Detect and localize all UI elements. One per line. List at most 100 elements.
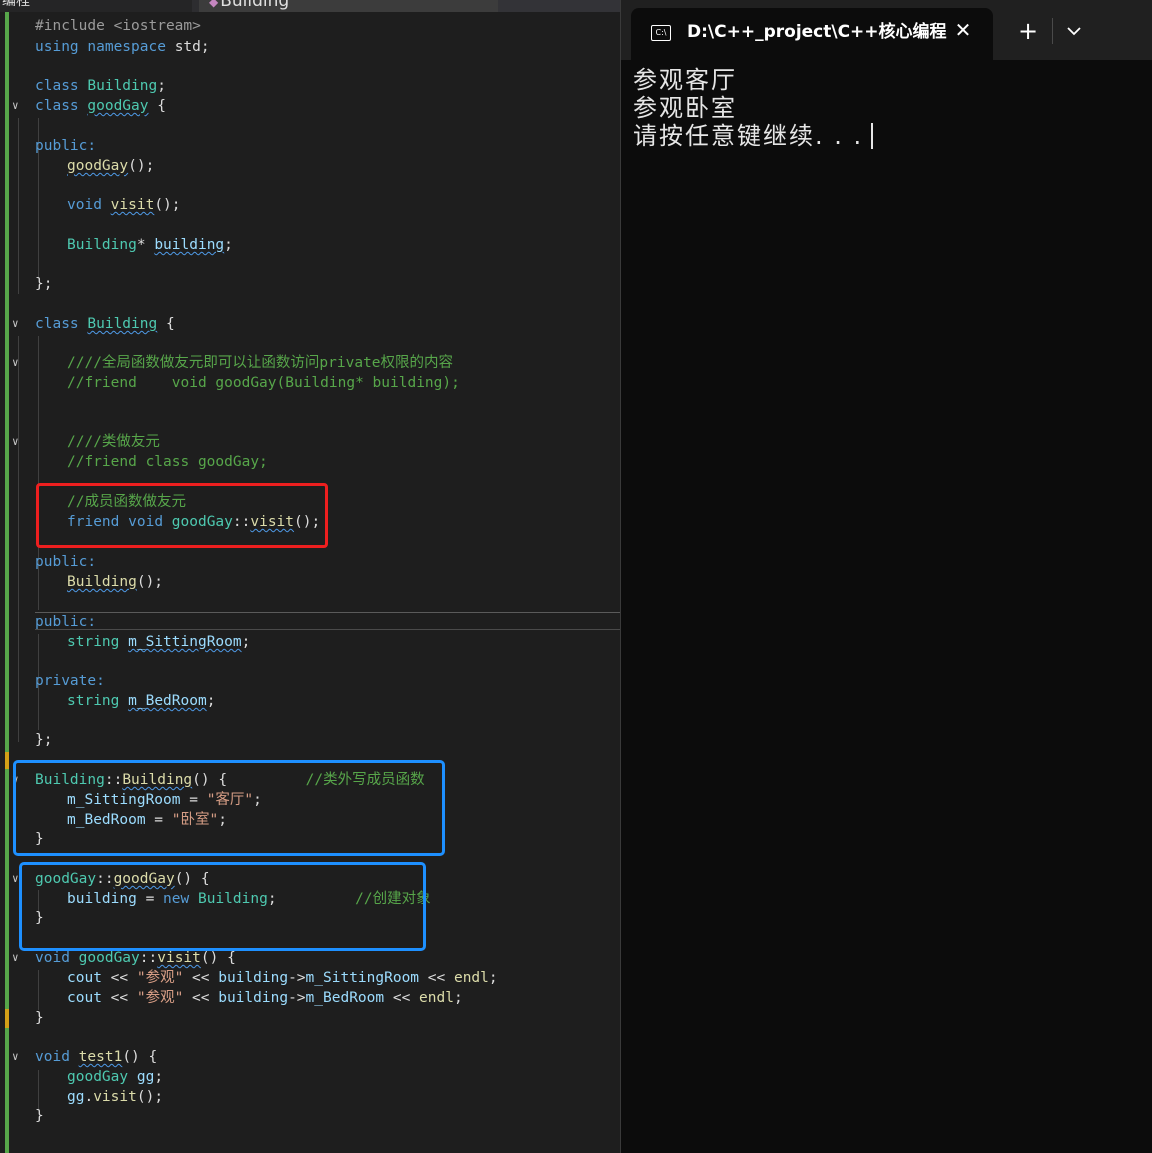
highlight-box-constructor-goodgay [19,862,426,951]
code-token: { [148,98,166,114]
code-token: ; [154,1069,164,1085]
code-token: building [218,990,289,1006]
code-token: public: [35,554,97,570]
code-token: () { [200,950,236,966]
code-line[interactable]: ////类做友元 [67,432,160,452]
code-token: << [101,990,137,1006]
code-token: m_BedRoom [128,693,207,709]
fold-chevron-icon[interactable]: ∨ [12,96,24,116]
code-line[interactable]: Building* building; [67,235,233,255]
code-token: ; [453,990,463,1006]
highlight-box-constructor-building [13,760,445,856]
code-token: m_BedRoom [305,990,385,1006]
code-token: (); [136,574,164,590]
code-token: public: [35,614,97,630]
code-line[interactable]: void visit(); [67,195,181,215]
code-token: (); [128,158,155,174]
code-line[interactable]: }; [35,730,52,750]
code-token: //friend class goodGay; [67,454,268,470]
code-token: private: [35,673,105,689]
editor-tab-building[interactable]: ◆ Building [199,0,499,12]
code-token: class [35,98,79,114]
code-line[interactable]: class Building { [35,314,175,334]
dropdown-chevron-icon[interactable] [1061,18,1087,44]
code-token: << [101,970,137,986]
code-line[interactable]: string m_BedRoom; [67,691,215,711]
fold-chevron-icon[interactable]: ∨ [12,1047,24,1067]
code-token: namespace [87,39,166,55]
code-line[interactable]: using namespace std; [35,37,210,57]
code-token: endl [419,990,454,1006]
code-line[interactable]: class Building; [35,76,166,96]
code-token: gg [67,1089,85,1105]
code-token: m_SittingRoom [128,634,242,650]
code-line[interactable]: void test1() { [35,1047,157,1067]
code-token: * [136,237,155,253]
indent-guide [38,1070,39,1110]
code-token: (); [136,1089,164,1105]
fold-chevron-icon[interactable]: ∨ [12,948,24,968]
code-editor[interactable]: 编程 ◆ Building ∨ ∨ ∨ ∨ ∨ ∨ ∨ ∨ #include <i… [0,0,620,1153]
fold-chevron-icon[interactable]: ∨ [12,432,24,452]
fold-chevron-icon[interactable]: ∨ [12,314,24,334]
code-token: string [67,634,120,650]
code-line[interactable]: public: [35,612,96,632]
code-line[interactable]: goodGay(); [67,156,154,176]
titlebar-divider [1052,18,1053,44]
unsaved-change-marker [5,752,9,769]
highlight-box-friend-member [36,483,328,548]
fold-guide [18,336,19,742]
code-token: visit [93,1089,137,1105]
output-line-text: 请按任意键继续. . . [633,122,864,150]
code-token: goodGay [67,158,129,174]
code-line[interactable]: ////全局函数做友元即可以让函数访问private权限的内容 [67,353,453,373]
editor-split-divider [35,629,620,630]
code-token: public: [35,138,97,154]
code-line[interactable]: gg.visit(); [67,1087,163,1107]
code-token: { [157,316,175,332]
code-token: ; [488,970,498,986]
code-token: visit [157,950,201,966]
code-line[interactable]: }; [35,274,52,294]
code-token: Building [67,574,137,590]
code-token: ////全局函数做友元即可以让函数访问private权限的内容 [67,355,454,371]
close-tab-icon[interactable]: ✕ [951,18,975,42]
code-token: ; [241,634,251,650]
new-tab-button[interactable]: + [1015,18,1041,44]
code-line[interactable]: public: [35,552,96,572]
code-token: class [35,78,79,94]
editor-tab-extra [498,0,620,12]
code-line[interactable]: string m_SittingRoom; [67,632,250,652]
code-line[interactable]: #include <iostream> [35,16,201,36]
code-line[interactable]: class goodGay { [35,96,166,116]
code-line[interactable]: goodGay gg; [67,1067,163,1087]
code-token: }; [35,276,53,292]
code-token: () { [122,1049,158,1065]
code-token: building [218,970,289,986]
code-line[interactable]: private: [35,671,105,691]
code-token: using [35,39,79,55]
code-line[interactable]: Building(); [67,572,163,592]
editor-tab-project[interactable]: 编程 [0,0,192,12]
output-line: 参观卧室 [633,94,737,122]
code-token: void [35,950,70,966]
code-line[interactable]: cout << "参观" << building->m_SittingRoom … [67,968,498,988]
code-line[interactable]: void goodGay::visit() { [35,948,236,968]
code-line[interactable]: public: [35,136,96,156]
output-line: 请按任意键继续. . . [633,122,874,150]
terminal-window[interactable]: C:\ D:\C++_project\C++核心编程 ✕ + 参观客厅 参观卧室… [620,0,1152,1153]
code-line[interactable]: } [35,1106,44,1126]
terminal-tab[interactable]: C:\ D:\C++_project\C++核心编程 ✕ [631,8,993,60]
code-line[interactable]: //friend void goodGay(Building* building… [67,373,460,393]
code-line[interactable]: } [35,1008,44,1028]
code-token: #include <iostream> [35,18,201,34]
code-token: }; [35,732,53,748]
code-token: "参观" [136,970,184,986]
fold-chevron-icon[interactable]: ∨ [12,353,24,373]
terminal-output: 参观客厅 参观卧室 请按任意键继续. . . [633,66,874,150]
output-line: 参观客厅 [633,66,737,94]
code-token: . [84,1089,94,1105]
code-line[interactable]: cout << "参观" << building->m_BedRoom << e… [67,988,463,1008]
code-token: building [154,237,225,253]
code-line[interactable]: //friend class goodGay; [67,452,268,472]
